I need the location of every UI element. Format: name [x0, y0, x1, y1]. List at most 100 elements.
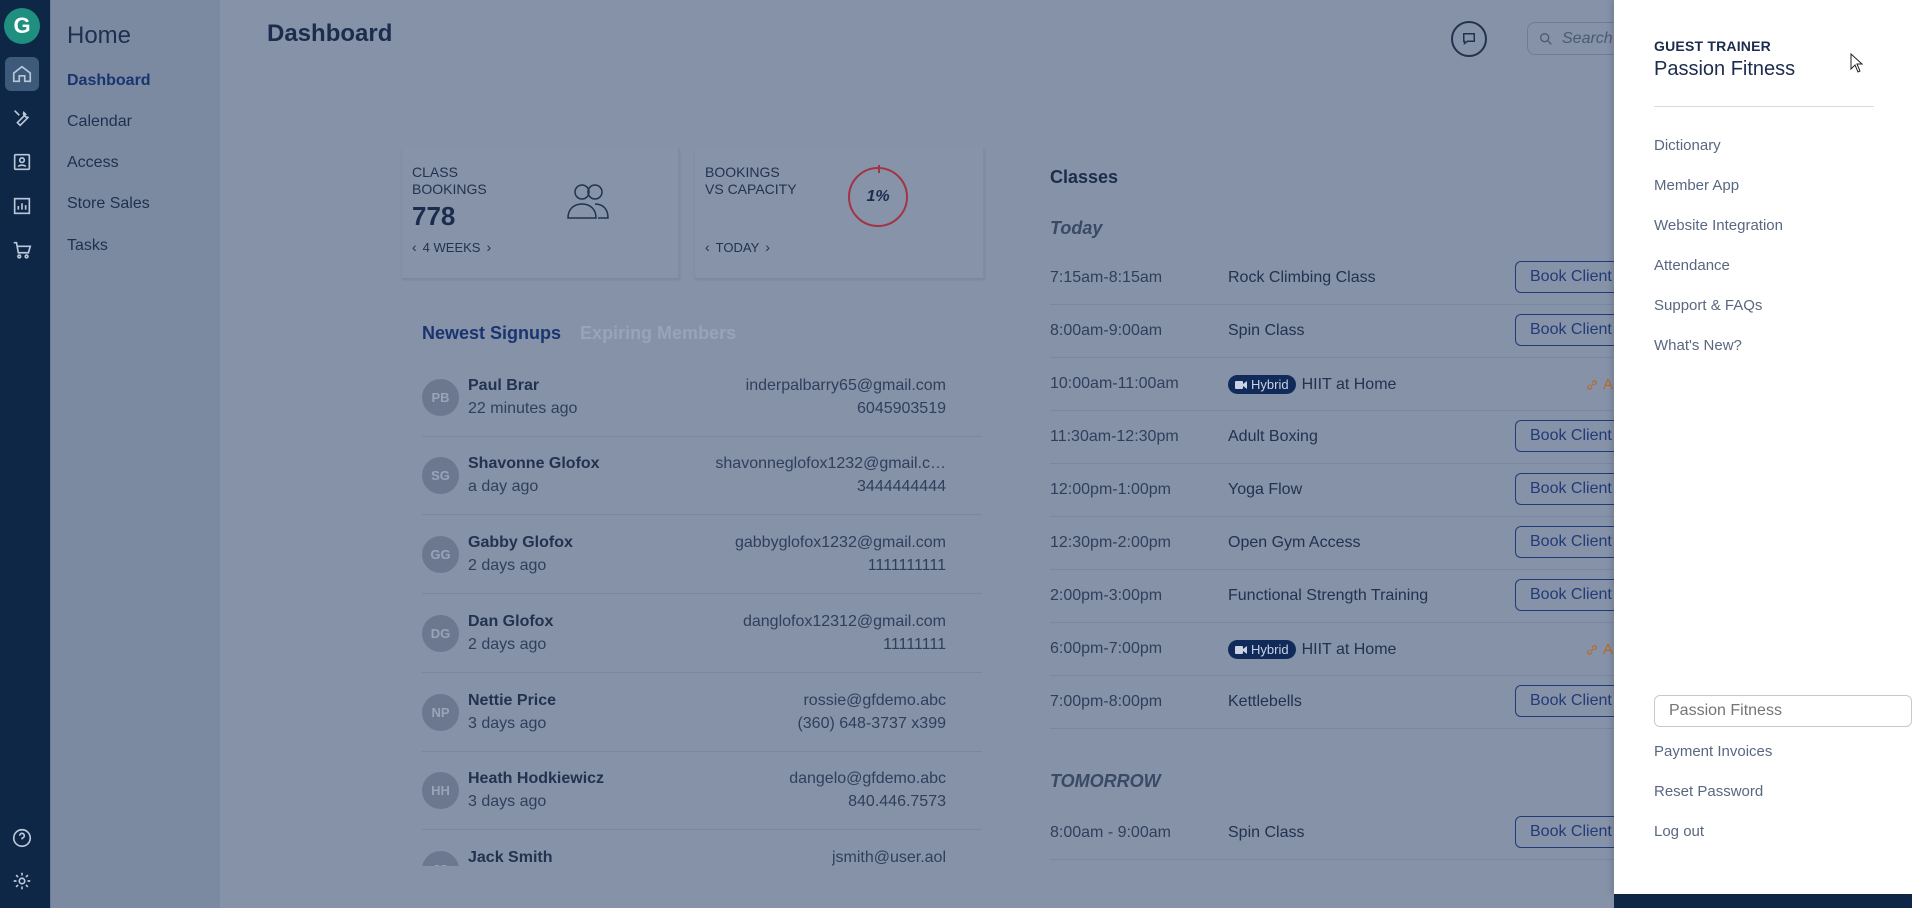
signup-row[interactable]: NP Nettie Price 3 days ago rossie@gfdemo… — [422, 674, 982, 752]
class-row[interactable]: 8:00am-9:00am Spin Class Book Client — [1050, 305, 1625, 358]
class-row[interactable]: 10:00am-11:00am Hybrid HIIT at Home A — [1050, 358, 1614, 411]
signup-row[interactable]: JS Jack Smith jsmith@user.aol — [422, 831, 982, 866]
chevron-right-icon[interactable]: › — [486, 239, 491, 255]
tab-expiring-members[interactable]: Expiring Members — [580, 323, 736, 343]
nav-panel: Home Dashboard Calendar Access Store Sal… — [50, 0, 220, 908]
signup-name: Paul Brar — [468, 377, 540, 394]
gear-icon[interactable] — [5, 864, 39, 898]
signup-phone: (360) 648-3737 x399 — [797, 715, 946, 732]
help-icon[interactable] — [5, 821, 39, 855]
wrench-icon[interactable] — [5, 101, 39, 135]
class-title: Rock Climbing Class — [1228, 269, 1376, 286]
class-bookings-period-label: 4 WEEKS — [422, 239, 481, 255]
nav-item-store-sales[interactable]: Store Sales — [67, 195, 150, 213]
nav-item-dashboard[interactable]: Dashboard — [67, 72, 151, 90]
class-time: 2:00pm-3:00pm — [1050, 587, 1163, 604]
chevron-left-icon[interactable]: ‹ — [412, 239, 417, 255]
capacity-label-line1: BOOKINGS — [705, 164, 780, 180]
chat-button[interactable] — [1451, 21, 1487, 57]
avatar: JS — [422, 851, 459, 866]
class-row[interactable]: 7:15am-8:15am Rock Climbing Class Book C… — [1050, 252, 1625, 305]
class-name: Rock Climbing Class — [1228, 269, 1376, 287]
home-icon[interactable] — [5, 57, 39, 91]
signup-row[interactable]: DG Dan Glofox 2 days ago danglofox12312@… — [422, 595, 982, 673]
account-role: GUEST TRAINER — [1654, 38, 1771, 54]
class-title: HIIT at Home — [1301, 640, 1397, 658]
menu-item-website-integration[interactable]: Website Integration — [1654, 217, 1783, 234]
book-client-button[interactable]: Book Client — [1515, 261, 1625, 293]
capacity-period[interactable]: ‹ TODAY › — [705, 239, 770, 255]
class-row[interactable]: 11:30am-12:30pm Adult Boxing Book Client — [1050, 411, 1625, 464]
signup-name: Dan Glofox — [468, 613, 554, 630]
signup-email: danglofox12312@gmail.com — [742, 613, 946, 630]
menu-item-log-out[interactable]: Log out — [1654, 823, 1704, 840]
class-title: Open Gym Access — [1228, 534, 1361, 551]
video-camera-icon — [1235, 380, 1247, 389]
book-client-button[interactable]: Book Client — [1515, 816, 1625, 848]
capacity-label: BOOKINGS VS CAPACITY — [705, 164, 797, 198]
signup-row[interactable]: PB Paul Brar 22 minutes ago inderpalbarr… — [422, 359, 982, 437]
class-row[interactable]: 6:00pm-7:00pm Hybrid HIIT at Home A — [1050, 623, 1614, 676]
book-client-button[interactable]: Book Client — [1515, 473, 1625, 505]
signup-email: shavonneglofox1232@gmail.c… — [715, 455, 946, 472]
class-title: Adult Boxing — [1228, 428, 1318, 445]
link-button[interactable]: A — [1585, 641, 1615, 658]
menu-item-dictionary[interactable]: Dictionary — [1654, 137, 1721, 154]
page-title: Dashboard — [267, 20, 393, 47]
class-title: Spin Class — [1228, 824, 1305, 841]
menu-item-whats-new[interactable]: What's New? — [1654, 337, 1742, 354]
signup-time: 3 days ago — [468, 793, 547, 810]
menu-item-payment-invoices[interactable]: Payment Invoices — [1654, 743, 1772, 760]
nav-item-access[interactable]: Access — [67, 154, 119, 172]
class-name: Adult Boxing — [1228, 428, 1318, 446]
menu-item-attendance[interactable]: Attendance — [1654, 257, 1730, 274]
cart-icon[interactable] — [5, 233, 39, 267]
signup-email: inderpalbarry65@gmail.com — [745, 377, 946, 394]
class-time: 11:30am-12:30pm — [1050, 428, 1179, 445]
icon-rail: G — [0, 0, 50, 908]
class-title: HIIT at Home — [1301, 375, 1397, 393]
class-bookings-label-line2: BOOKINGS — [412, 181, 487, 197]
account-gym-name: Passion Fitness — [1654, 58, 1796, 80]
search-input[interactable]: Search — [1527, 22, 1627, 55]
chevron-right-icon[interactable]: › — [765, 239, 770, 255]
class-row[interactable]: 12:00pm-1:00pm Yoga Flow Book Client — [1050, 464, 1625, 517]
class-row[interactable]: 2:00pm-3:00pm Functional Strength Traini… — [1050, 570, 1625, 623]
gym-switch-input[interactable] — [1654, 695, 1912, 727]
signup-row[interactable]: GG Gabby Glofox 2 days ago gabbyglofox12… — [422, 516, 982, 594]
signup-tabs: Newest Signups Expiring Members — [422, 323, 736, 344]
app-logo[interactable]: G — [4, 8, 40, 44]
book-client-button[interactable]: Book Client — [1515, 420, 1625, 452]
menu-item-member-app[interactable]: Member App — [1654, 177, 1739, 194]
nav-item-calendar[interactable]: Calendar — [67, 113, 132, 131]
signup-name: Heath Hodkiewicz — [468, 770, 605, 787]
chevron-left-icon[interactable]: ‹ — [705, 239, 710, 255]
signup-row[interactable]: SG Shavonne Glofox a day ago shavonneglo… — [422, 437, 982, 515]
nav-item-tasks[interactable]: Tasks — [67, 237, 108, 255]
bar-chart-icon[interactable] — [5, 189, 39, 223]
class-row[interactable]: 8:00am - 9:00am Spin Class Book Client — [1050, 807, 1625, 860]
class-title: Spin Class — [1228, 322, 1305, 339]
today-label: Today — [1050, 218, 1103, 238]
book-client-button[interactable]: Book Client — [1515, 579, 1625, 611]
menu-item-reset-password[interactable]: Reset Password — [1654, 783, 1763, 800]
contact-card-icon[interactable] — [5, 145, 39, 179]
class-row[interactable]: 12:30pm-2:00pm Open Gym Access Book Clie… — [1050, 517, 1625, 570]
link-button[interactable]: A — [1585, 376, 1615, 393]
menu-item-support-faqs[interactable]: Support & FAQs — [1654, 297, 1762, 314]
class-title: Functional Strength Training — [1228, 587, 1429, 604]
class-bookings-period[interactable]: ‹ 4 WEEKS › — [412, 239, 491, 255]
tab-newest-signups[interactable]: Newest Signups — [422, 323, 561, 343]
book-client-button[interactable]: Book Client — [1515, 526, 1625, 558]
signup-row[interactable]: HH Heath Hodkiewicz 3 days ago dangelo@g… — [422, 752, 982, 830]
mouse-cursor-icon — [1850, 52, 1864, 78]
class-time: 7:15am-8:15am — [1050, 269, 1163, 286]
signup-time: 3 days ago — [468, 715, 547, 732]
class-row[interactable]: 7:00pm-8:00pm Kettlebells Book Client — [1050, 676, 1625, 729]
avatar: SG — [422, 457, 459, 494]
link-icon — [1587, 379, 1597, 390]
class-name: Spin Class — [1228, 322, 1304, 340]
book-client-button[interactable]: Book Client — [1515, 685, 1625, 717]
signup-time: 2 days ago — [468, 557, 547, 574]
book-client-button[interactable]: Book Client — [1515, 314, 1625, 346]
